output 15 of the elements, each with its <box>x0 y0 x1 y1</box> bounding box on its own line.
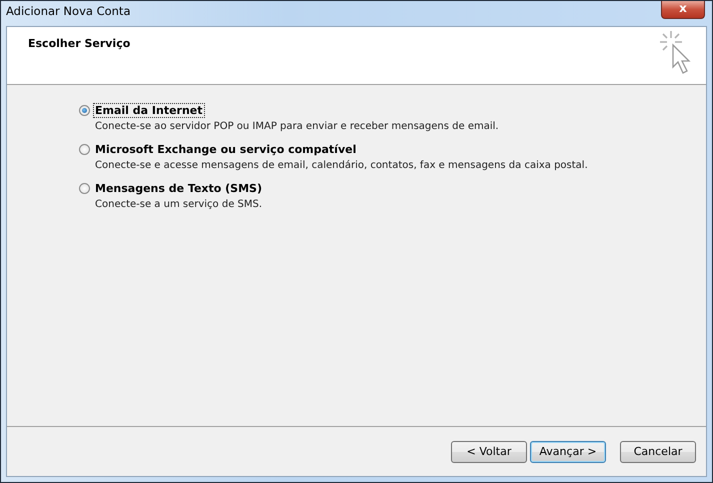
wizard-button[interactable]: Avançar > <box>530 440 606 462</box>
option-label[interactable]: Mensagens de Texto (SMS) <box>94 182 264 194</box>
wizard-button[interactable]: < Voltar <box>451 440 527 462</box>
page-title: Escolher Serviço <box>28 37 130 52</box>
option-description: Conecte-se a um serviço de SMS. <box>95 199 264 210</box>
option-label[interactable]: Email da Internet <box>94 104 204 116</box>
radio-button[interactable] <box>79 104 90 116</box>
option-description: Conecte-se ao servidor POP ou IMAP para enviar e receber mensagens de email. <box>95 121 500 132</box>
option-description: Conecte-se e acesse mensagens de email, calendário, contatos, fax e mensagens da caixa postal. <box>95 160 589 171</box>
window-title: Adicionar Nova Conta <box>5 3 130 18</box>
radio-button[interactable] <box>79 182 90 194</box>
radio-button[interactable] <box>79 144 90 154</box>
close-button[interactable]: x <box>661 1 705 19</box>
wizard-button[interactable]: Cancelar <box>620 440 696 462</box>
option-label[interactable]: Microsoft Exchange ou serviço compatível <box>94 142 358 156</box>
